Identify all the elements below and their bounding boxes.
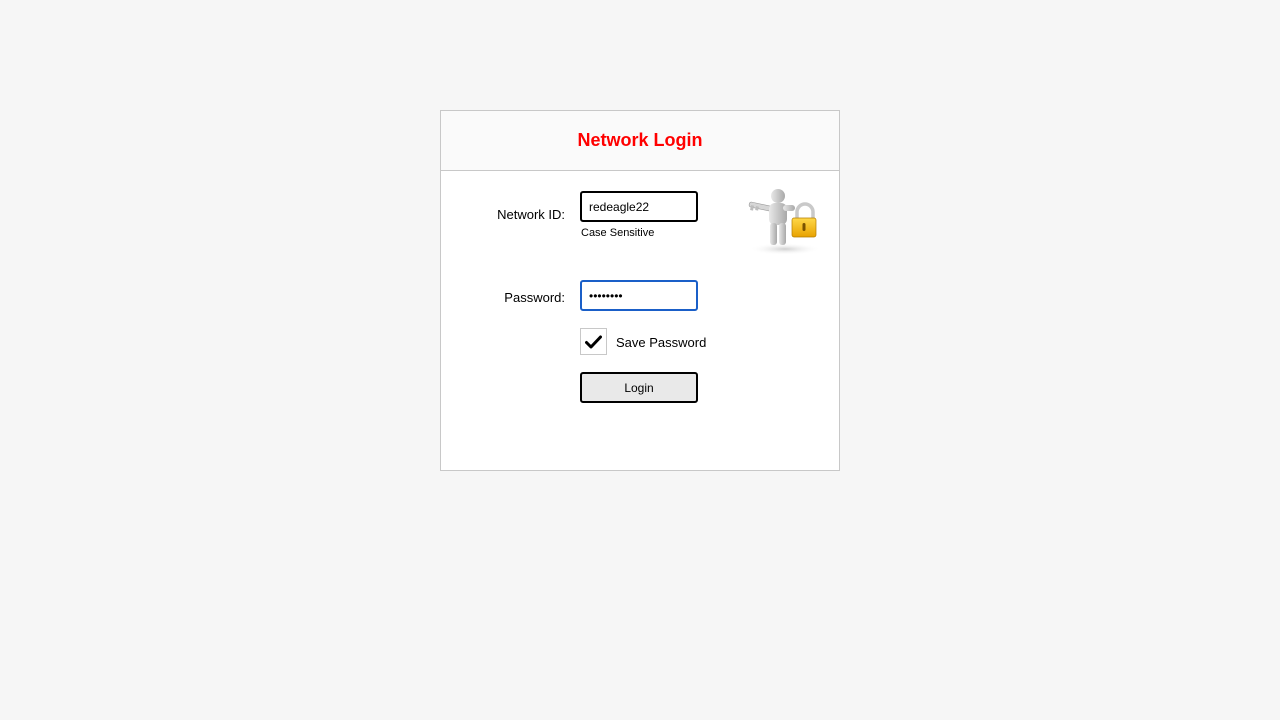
save-password-label: Save Password xyxy=(616,335,707,350)
network-id-input[interactable] xyxy=(580,191,698,222)
login-button[interactable]: Login xyxy=(580,372,698,403)
save-password-checkbox[interactable] xyxy=(580,328,607,355)
panel-header: Network Login xyxy=(441,111,839,171)
password-input[interactable] xyxy=(580,280,698,311)
panel-title: Network Login xyxy=(577,130,703,150)
person-key-lock-icon xyxy=(748,189,821,255)
login-form: Network ID: Case Sensitive Password: Sav… xyxy=(441,171,839,470)
password-label: Password: xyxy=(504,290,565,305)
checkmark-icon xyxy=(585,335,602,348)
network-id-label: Network ID: xyxy=(497,207,565,222)
case-sensitive-hint: Case Sensitive xyxy=(581,227,655,239)
login-panel: Network Login Network ID: Case Sensitive… xyxy=(440,110,840,471)
